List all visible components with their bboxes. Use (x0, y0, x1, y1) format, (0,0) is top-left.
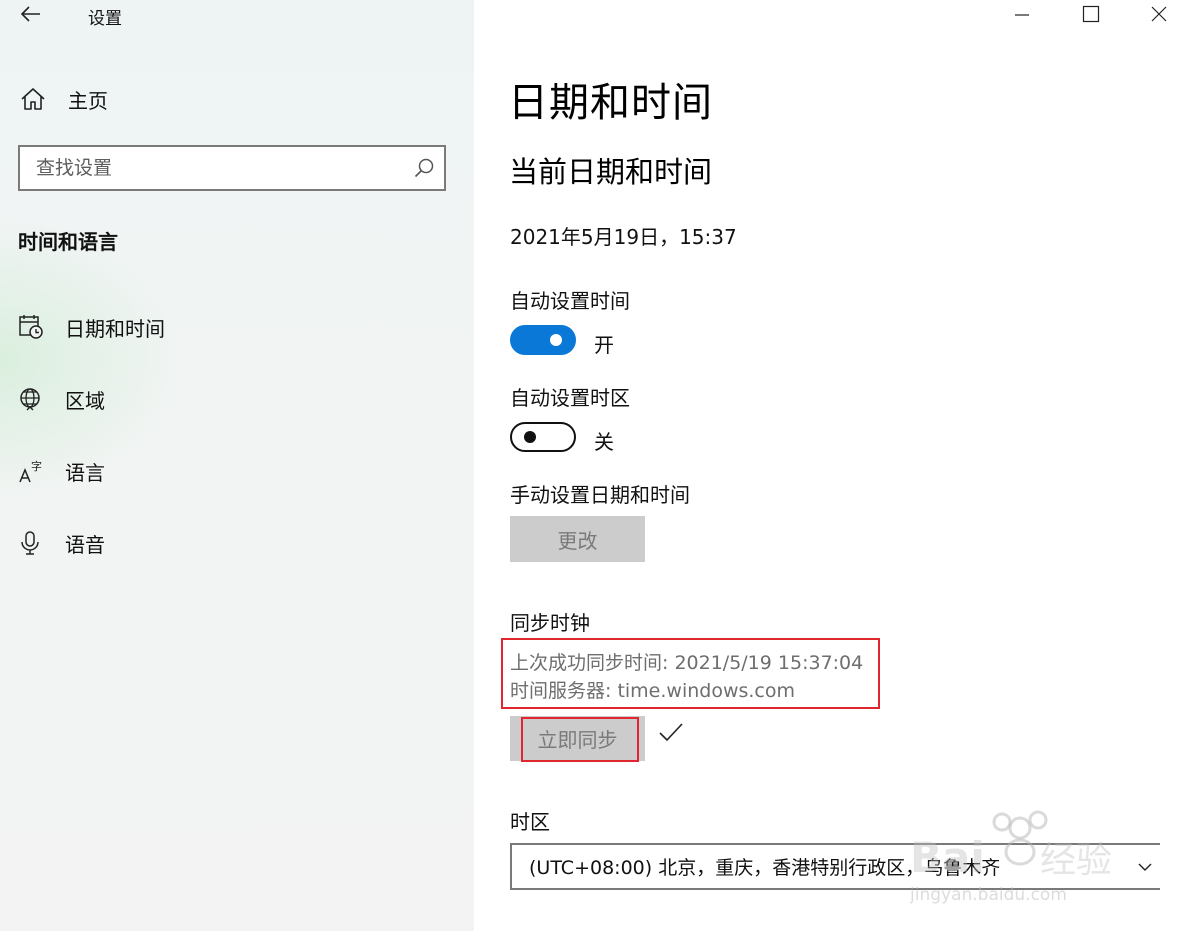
last-sync-time: 上次成功同步时间: 2021/5/19 15:37:04 (510, 652, 864, 674)
sidebar-item-label: 日期和时间 (65, 316, 165, 341)
checkmark-icon (659, 723, 683, 742)
manual-datetime-label: 手动设置日期和时间 (510, 483, 690, 507)
back-button[interactable] (14, 0, 48, 28)
section-heading: 时间和语言 (18, 230, 118, 254)
search-input[interactable] (20, 156, 404, 180)
page-title: 日期和时间 (508, 80, 713, 126)
minimize-icon (1015, 14, 1029, 16)
app-title: 设置 (88, 9, 122, 29)
timezone-label: 时区 (510, 810, 550, 834)
sidebar-item-label: 语音 (65, 532, 105, 557)
close-icon (1151, 6, 1167, 22)
change-button[interactable]: 更改 (510, 516, 645, 562)
sidebar-item-region[interactable]: 区域 (18, 381, 105, 417)
sync-clock-label: 同步时钟 (510, 611, 590, 635)
sidebar: 设置 主页 时间和语言 日期和时间 (0, 0, 474, 931)
globe-region-icon (18, 386, 44, 412)
back-arrow-icon (21, 6, 40, 22)
auto-timezone-label: 自动设置时区 (510, 386, 630, 410)
timezone-value: (UTC+08:00) 北京，重庆，香港特别行政区，乌鲁木齐 (529, 857, 1001, 879)
chevron-down-icon (1130, 862, 1160, 872)
sidebar-item-date-time[interactable]: 日期和时间 (18, 309, 165, 345)
auto-time-label: 自动设置时间 (510, 289, 630, 313)
sidebar-item-speech[interactable]: 语音 (18, 525, 105, 561)
timezone-select[interactable]: (UTC+08:00) 北京，重庆，香港特别行政区，乌鲁木齐 (510, 843, 1160, 890)
close-button[interactable] (1136, 0, 1180, 28)
toggle-knob (550, 334, 562, 346)
home-icon (21, 88, 45, 110)
microphone-icon (18, 530, 44, 556)
svg-text:字: 字 (31, 459, 42, 473)
sidebar-item-label: 主页 (68, 88, 108, 113)
auto-timezone-toggle[interactable] (510, 422, 576, 452)
search-box (18, 145, 446, 191)
auto-time-toggle[interactable] (510, 325, 576, 355)
sidebar-item-home[interactable]: 主页 (20, 84, 108, 114)
search-icon[interactable] (404, 157, 444, 179)
time-server: 时间服务器: time.windows.com (510, 680, 796, 702)
sync-now-button[interactable]: 立即同步 (510, 716, 645, 761)
section-title: 当前日期和时间 (509, 155, 713, 189)
sidebar-item-label: 语言 (65, 460, 105, 485)
maximize-button[interactable] (1068, 0, 1114, 28)
sidebar-item-language[interactable]: 字 语言 (18, 453, 105, 489)
calendar-clock-icon (18, 314, 44, 340)
auto-timezone-state: 关 (594, 430, 614, 454)
maximize-icon (1082, 5, 1100, 23)
auto-time-state: 开 (594, 333, 614, 357)
toggle-knob (524, 431, 536, 443)
minimize-button[interactable] (999, 0, 1045, 28)
language-icon: 字 (18, 458, 44, 484)
current-datetime: 2021年5月19日，15:37 (510, 225, 737, 249)
sidebar-item-label: 区域 (65, 388, 105, 413)
